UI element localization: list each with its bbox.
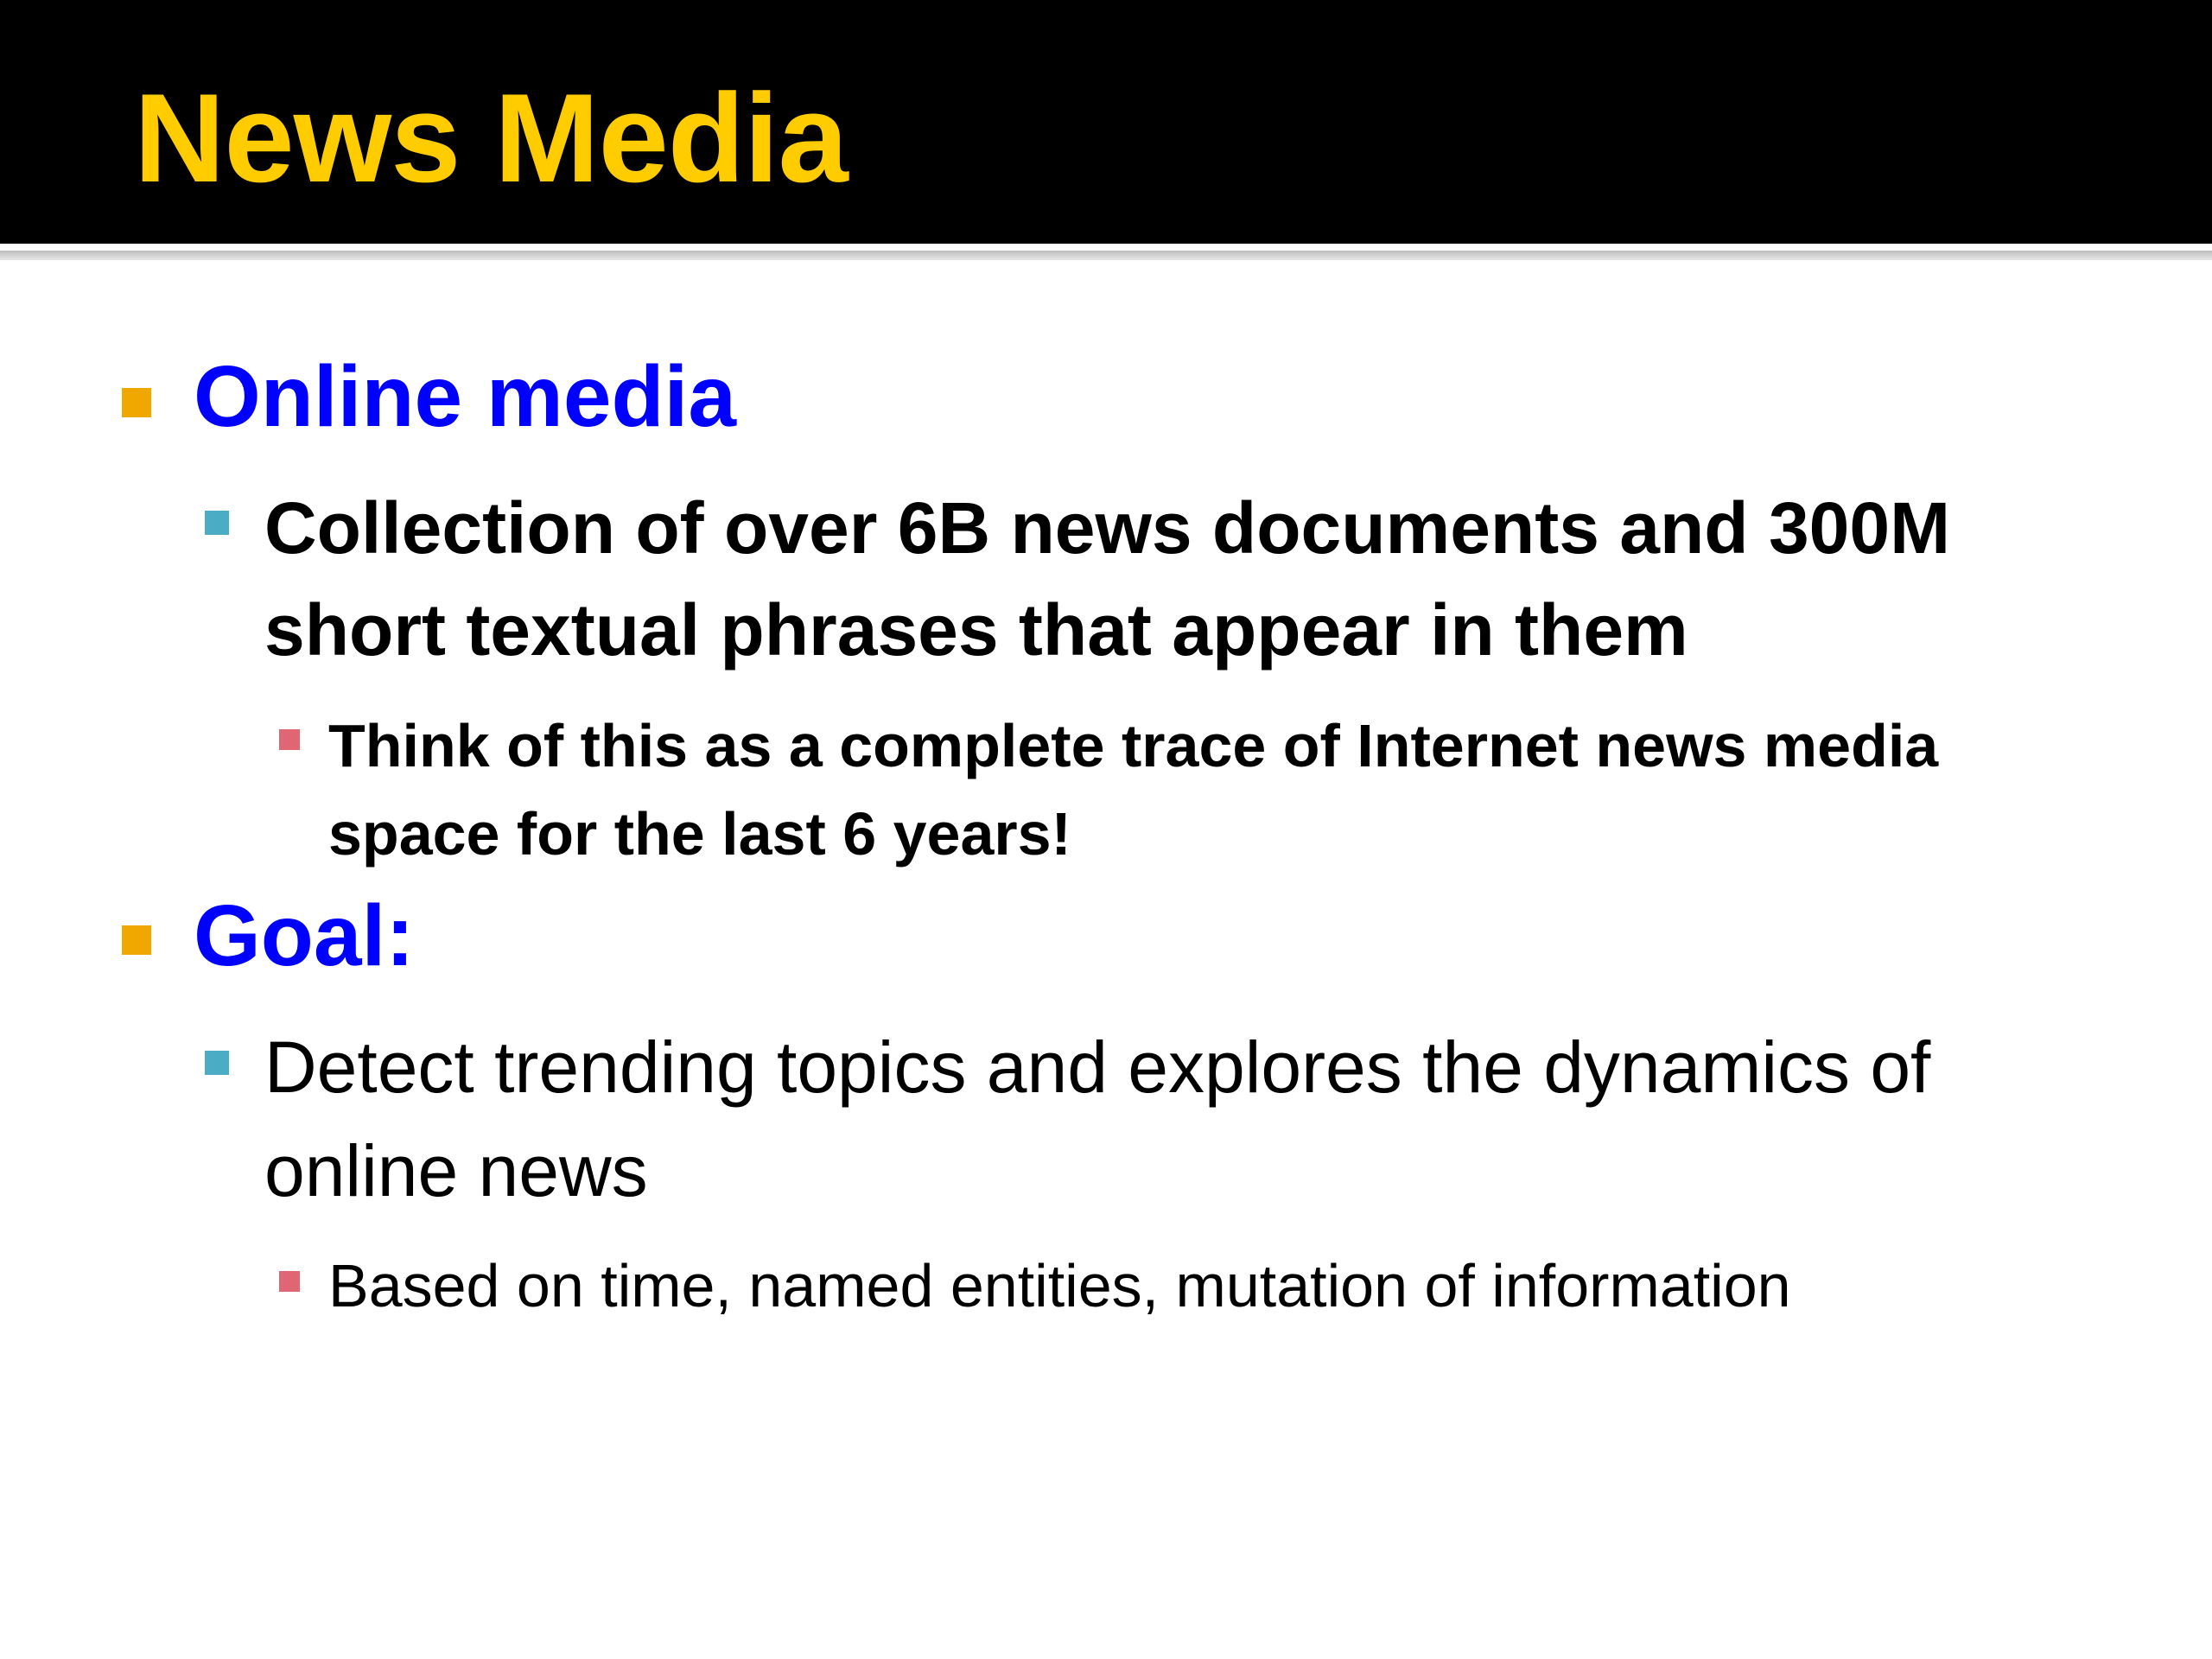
- title-divider-gap: [0, 244, 2212, 249]
- level1-bullet-icon: [122, 388, 151, 417]
- based-on-line: Based on time, named entities, mutation …: [328, 1252, 1791, 1319]
- level1-bullet-icon: [122, 925, 151, 955]
- title-divider: [0, 251, 2212, 260]
- goal-line-2: online news: [264, 1130, 648, 1211]
- bullet-goal: Goal:: [194, 887, 415, 984]
- collection-line-1: Collection of over 6B news documents and…: [264, 487, 1951, 569]
- level2-bullet-icon: [205, 511, 229, 535]
- slide-title: News Media: [134, 67, 849, 208]
- level3-bullet-icon: [279, 729, 300, 750]
- level3-bullet-icon: [279, 1271, 300, 1292]
- bullet-online-media: Online media: [194, 348, 736, 445]
- trace-line-1: Think of this as a complete trace of Int…: [328, 712, 1939, 779]
- level2-bullet-icon: [205, 1051, 229, 1075]
- trace-line-2: space for the last 6 years!: [328, 800, 1071, 868]
- goal-line-1: Detect trending topics and explores the …: [264, 1027, 1931, 1108]
- collection-line-2: short textual phrases that appear in the…: [264, 589, 1688, 671]
- slide: News Media Online media Collection of ov…: [0, 0, 2212, 1659]
- title-bar: News Media: [0, 0, 2212, 244]
